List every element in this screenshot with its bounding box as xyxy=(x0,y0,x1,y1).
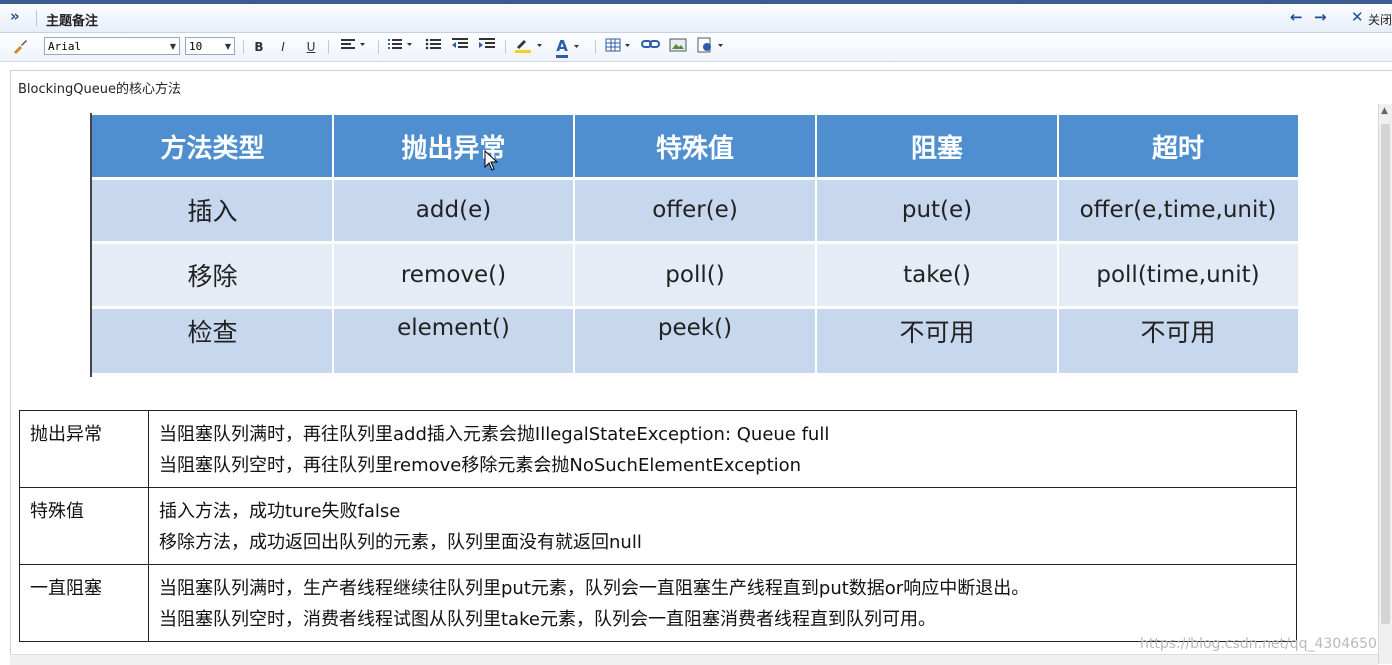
font-size-select[interactable]: 10 ▼ xyxy=(185,37,235,55)
format-toolbar: Arial ▼ 10 ▼ B I U A xyxy=(0,33,1392,62)
toolbar-divider xyxy=(328,40,329,54)
scroll-up-icon[interactable]: ▲ xyxy=(1381,106,1388,116)
toolbar-divider xyxy=(505,40,506,54)
numbered-list-icon[interactable] xyxy=(386,37,416,57)
desc-line: 当阻塞队列满时，生产者线程继续往队列里put元素，队列会一直阻塞生产线程直到pu… xyxy=(159,578,1030,599)
table-divider xyxy=(92,241,1298,244)
desc-key: 一直阻塞 xyxy=(19,564,149,642)
table-cell: put(e) xyxy=(816,178,1058,242)
table-cell: take() xyxy=(816,242,1058,307)
clear-format-brush-icon[interactable] xyxy=(10,37,30,57)
italic-button[interactable]: I xyxy=(274,37,292,57)
note-heading: BlockingQueue的核心方法 xyxy=(18,82,181,97)
table-divider xyxy=(92,306,1298,309)
row-insert-label: 插入 xyxy=(92,178,333,242)
table-cell: element() xyxy=(333,307,574,373)
header-method-type: 方法类型 xyxy=(92,115,333,178)
font-size-value: 10 xyxy=(189,40,203,53)
align-left-icon[interactable] xyxy=(338,37,370,57)
desc-key: 特殊值 xyxy=(19,487,149,565)
header-blocks: 阻塞 xyxy=(816,115,1058,178)
table-cell: poll(time,unit) xyxy=(1058,242,1298,307)
header-times-out: 超时 xyxy=(1058,115,1298,178)
decrease-indent-icon[interactable] xyxy=(450,37,470,57)
desc-line: 当阻塞队列空时，消费者线程试图从队列里take元素，队列会一直阻塞消费者线程直到… xyxy=(159,609,936,630)
table-divider xyxy=(92,177,1298,180)
toolbar-divider xyxy=(378,40,379,54)
font-family-select[interactable]: Arial ▼ xyxy=(44,37,180,55)
desc-key: 抛出异常 xyxy=(19,410,149,488)
table-icon[interactable] xyxy=(604,37,636,57)
close-label[interactable]: 关闭 xyxy=(1368,11,1392,28)
table-cell: offer(e,time,unit) xyxy=(1058,178,1298,242)
table-divider xyxy=(815,115,817,373)
table-cell: add(e) xyxy=(333,178,574,242)
font-family-value: Arial xyxy=(48,40,82,53)
desc-line: 插入方法，成功ture失败false xyxy=(159,501,401,522)
toolbar-divider xyxy=(595,40,596,54)
desc-line: 移除方法，成功返回出队列的元素，队列里面没有就返回null xyxy=(159,532,642,553)
toolbar-divider xyxy=(243,40,244,54)
horizontal-scrollbar[interactable] xyxy=(10,654,1378,665)
row-examine-label: 检查 xyxy=(92,307,333,373)
desc-value: 当阻塞队列满时，再往队列里add插入元素会抛IllegalStateExcept… xyxy=(148,410,1297,488)
table-row: 一直阻塞 当阻塞队列满时，生产者线程继续往队列里put元素，队列会一直阻塞生产线… xyxy=(19,564,1297,642)
underline-button[interactable]: U xyxy=(302,37,320,57)
table-row: 特殊值 插入方法，成功ture失败false 移除方法，成功返回出队列的元素，队… xyxy=(19,487,1297,565)
image-icon[interactable] xyxy=(668,37,688,57)
text-color-button[interactable]: A xyxy=(552,37,586,58)
table-divider xyxy=(332,115,334,373)
table-row: 抛出异常 当阻塞队列满时，再往队列里add插入元素会抛IllegalStateE… xyxy=(19,410,1297,488)
vertical-scrollbar[interactable]: ▲ xyxy=(1378,104,1392,664)
header-special-value: 特殊值 xyxy=(574,115,816,178)
row-remove-label: 移除 xyxy=(92,242,333,307)
chevron-down-icon: ▼ xyxy=(169,42,176,51)
bullet-list-icon[interactable] xyxy=(424,37,444,57)
text-color-icon: A xyxy=(556,37,568,58)
desc-value: 当阻塞队列满时，生产者线程继续往队列里put元素，队列会一直阻塞生产线程直到pu… xyxy=(148,564,1297,642)
chevron-down-icon: ▼ xyxy=(224,42,231,51)
table-cell: offer(e) xyxy=(574,178,816,242)
panel-title: 主题备注 xyxy=(46,14,99,29)
bold-button[interactable]: B xyxy=(250,37,268,57)
link-icon[interactable] xyxy=(640,37,662,57)
close-icon[interactable]: ✕ xyxy=(1351,8,1364,26)
desc-line: 当阻塞队列空时，再往队列里remove移除元素会抛NoSuchElementEx… xyxy=(159,455,802,476)
method-description-table: 抛出异常 当阻塞队列满时，再往队列里add插入元素会抛IllegalStateE… xyxy=(19,410,1297,642)
table-divider xyxy=(573,115,575,373)
titlebar-divider xyxy=(36,10,37,26)
table-cell: poll() xyxy=(574,242,816,307)
back-arrow-icon[interactable]: ← xyxy=(1290,8,1303,26)
mouse-pointer-icon xyxy=(484,150,499,171)
expand-panel-button[interactable]: » xyxy=(10,7,20,25)
table-divider xyxy=(1057,115,1059,373)
highlight-color-icon[interactable] xyxy=(512,37,548,57)
insert-object-icon[interactable] xyxy=(695,37,729,57)
desc-value: 插入方法，成功ture失败false 移除方法，成功返回出队列的元素，队列里面没… xyxy=(148,487,1297,565)
table-cell: peek() xyxy=(574,307,816,373)
table-cell: remove() xyxy=(333,242,574,307)
forward-arrow-icon[interactable]: → xyxy=(1314,8,1327,26)
scrollbar-thumb[interactable] xyxy=(1381,124,1390,624)
table-cell: 不可用 xyxy=(1058,307,1298,373)
watermark: https://blog.csdn.net/qq_43046501 xyxy=(1140,636,1386,652)
increase-indent-icon[interactable] xyxy=(477,37,497,57)
blockingqueue-methods-table: 方法类型 抛出异常 特殊值 阻塞 超时 插入 add(e) offer(e) p… xyxy=(90,113,1300,377)
header-throws-exception: 抛出异常 xyxy=(333,115,574,178)
panel-titlebar: » 主题备注 ← → ✕ 关闭 xyxy=(0,4,1392,33)
table-cell: 不可用 xyxy=(816,307,1058,373)
desc-line: 当阻塞队列满时，再往队列里add插入元素会抛IllegalStateExcept… xyxy=(159,424,830,445)
